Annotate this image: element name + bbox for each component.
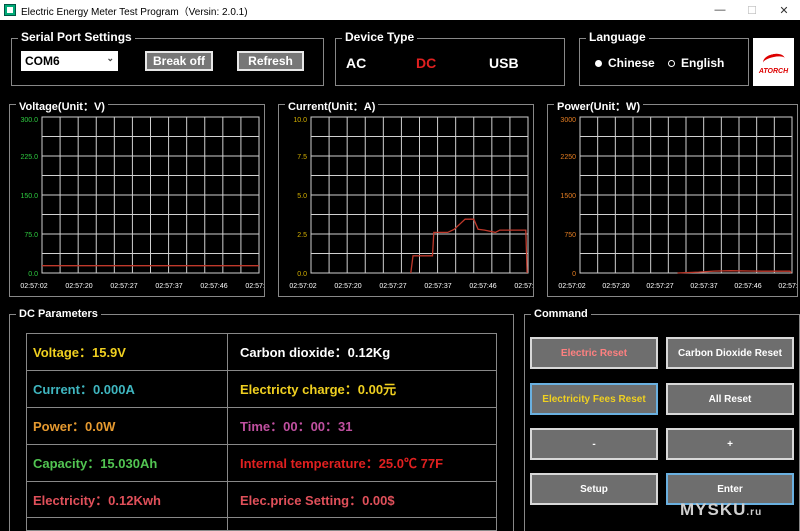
table-divider bbox=[27, 517, 496, 518]
serial-port-title: Serial Port Settings bbox=[18, 30, 135, 44]
break-off-button[interactable]: Break off bbox=[145, 51, 213, 71]
x-tick-label: 02:57:27 bbox=[379, 283, 406, 290]
language-chinese-radio[interactable]: Chinese bbox=[595, 56, 655, 70]
atorch-logo-mark bbox=[761, 50, 787, 68]
table-divider bbox=[27, 370, 496, 371]
table-divider bbox=[27, 444, 496, 445]
y-tick-label: 3000 bbox=[560, 117, 576, 124]
device-type-title: Device Type bbox=[342, 30, 418, 44]
device-type-usb[interactable]: USB bbox=[489, 55, 519, 71]
device-type-group: Device Type bbox=[335, 30, 565, 86]
x-tick-label: 02:57:37 bbox=[690, 283, 717, 290]
voltage-chart: 300.0 225.0 150.0 75.0 0.0 02:57:02 02:57:20 02… bbox=[20, 116, 264, 290]
watermark: MYSKU.ru bbox=[680, 500, 762, 520]
device-type-dc[interactable]: DC bbox=[416, 55, 436, 71]
y-tick-label: 0 bbox=[572, 271, 576, 278]
param-right-4: Elec.price Setting：0.00$ bbox=[240, 492, 395, 508]
y-tick-label: 7.5 bbox=[297, 154, 307, 161]
table-divider bbox=[27, 407, 496, 408]
all-reset-button[interactable]: All Reset bbox=[666, 383, 794, 415]
y-tick-label: 1500 bbox=[560, 193, 576, 200]
maximize-icon[interactable]: ☐ bbox=[736, 0, 768, 20]
atorch-logo: ATORCH bbox=[753, 38, 794, 86]
language-chinese-label: Chinese bbox=[608, 56, 655, 70]
param-left-4: Electricity：0.12Kwh bbox=[33, 492, 161, 508]
chevron-down-icon: ⌄ bbox=[106, 53, 114, 63]
param-left-2: Power：0.0W bbox=[33, 418, 116, 434]
watermark-text: MYSKU bbox=[680, 500, 747, 519]
dc-parameters-title: DC Parameters bbox=[16, 308, 101, 320]
com-port-select[interactable]: COM6 ⌄ bbox=[21, 51, 118, 71]
language-english-radio[interactable]: English bbox=[668, 56, 724, 70]
x-tick-label: 02:57:02 bbox=[20, 283, 47, 290]
param-right-3: Internal temperature：25.0℃ 77F bbox=[240, 455, 444, 471]
param-left-3: Capacity：15.030Ah bbox=[33, 455, 158, 471]
y-tick-label: 150.0 bbox=[20, 193, 38, 200]
y-tick-label: 0.0 bbox=[28, 271, 38, 278]
param-right-0: Carbon dioxide：0.12Kg bbox=[240, 344, 391, 360]
y-tick-label: 225.0 bbox=[20, 154, 38, 161]
y-tick-label: 5.0 bbox=[297, 193, 307, 200]
x-tick-label: 02:57:37 bbox=[424, 283, 451, 290]
x-tick-label: 02:57:46 bbox=[200, 283, 227, 290]
x-tick-label: 02:57:27 bbox=[646, 283, 673, 290]
minimize-icon[interactable]: — bbox=[704, 0, 736, 20]
plus-button[interactable]: + bbox=[666, 428, 794, 460]
power-chart: 3000 2250 1500 750 0 02:57:02 02:57:20 02:57:27… bbox=[558, 116, 797, 290]
current-chart: 10.0 7.5 5.0 2.5 0.0 02:57:02 02:57:20 02:57:27… bbox=[289, 116, 533, 290]
x-tick-label: 02:57:20 bbox=[602, 283, 629, 290]
y-tick-label: 75.0 bbox=[24, 232, 38, 239]
param-left-1: Current：0.000A bbox=[33, 381, 135, 397]
radio-selected-icon bbox=[595, 59, 602, 67]
command-title: Command bbox=[531, 308, 591, 320]
table-divider bbox=[227, 334, 228, 531]
close-icon[interactable]: ✕ bbox=[768, 0, 800, 20]
param-right-2: Time：00：00：31 bbox=[240, 418, 353, 434]
y-tick-label: 2.5 bbox=[297, 232, 307, 239]
x-tick-label: 02:57:37 bbox=[155, 283, 182, 290]
param-left-0: Voltage：15.9V bbox=[33, 344, 126, 360]
y-tick-label: 300.0 bbox=[20, 117, 38, 124]
x-tick-label: 02:57:46 bbox=[469, 283, 496, 290]
window-titlebar: Electric Energy Meter Test Program（Versi… bbox=[0, 0, 800, 20]
window-title: Electric Energy Meter Test Program（Versi… bbox=[21, 6, 248, 18]
com-port-value: COM6 bbox=[25, 54, 60, 68]
setup-button[interactable]: Setup bbox=[530, 473, 658, 505]
atorch-logo-text: ATORCH bbox=[758, 67, 789, 75]
device-type-ac[interactable]: AC bbox=[346, 55, 366, 71]
carbon-dioxide-reset-button[interactable]: Carbon Dioxide Reset bbox=[666, 337, 794, 369]
x-tick-label: 02:57:20 bbox=[65, 283, 92, 290]
watermark-suffix: .ru bbox=[746, 507, 763, 518]
power-chart-group: Power(Unit：W) 3000 2250 1500 750 0 02:57:02 02… bbox=[547, 98, 798, 297]
minus-button[interactable]: - bbox=[530, 428, 658, 460]
x-tick-label: 02:57:54 bbox=[514, 283, 533, 290]
x-tick-label: 02:57:27 bbox=[110, 283, 137, 290]
x-tick-label: 02:57:20 bbox=[334, 283, 361, 290]
x-tick-label: 02:57:02 bbox=[558, 283, 585, 290]
electricity-fees-reset-button[interactable]: Electricity Fees Reset bbox=[530, 383, 658, 415]
y-tick-label: 0.0 bbox=[297, 271, 307, 278]
app-icon bbox=[4, 4, 16, 16]
x-tick-label: 02:57:46 bbox=[734, 283, 761, 290]
param-right-1: Electricty charge：0.00元 bbox=[240, 381, 397, 397]
x-tick-label: 02:57:54 bbox=[778, 283, 797, 290]
table-divider bbox=[27, 481, 496, 482]
current-chart-group: Current(Unit：A) 10.0 7.5 5.0 2.5 0.0 02:57:02… bbox=[278, 98, 534, 297]
y-tick-label: 10.0 bbox=[293, 117, 307, 124]
x-tick-label: 02:57:54 bbox=[245, 283, 264, 290]
language-english-label: English bbox=[681, 56, 725, 70]
electric-reset-button[interactable]: Electric Reset bbox=[530, 337, 658, 369]
refresh-button[interactable]: Refresh bbox=[237, 51, 304, 71]
y-tick-label: 2250 bbox=[560, 154, 576, 161]
language-title: Language bbox=[586, 30, 649, 44]
radio-unselected-icon bbox=[668, 59, 675, 67]
voltage-chart-group: Voltage(Unit：V) 300.0 225.0 150.0 75.0 0.0 02… bbox=[9, 98, 265, 297]
x-tick-label: 02:57:02 bbox=[289, 283, 316, 290]
y-tick-label: 750 bbox=[564, 232, 576, 239]
